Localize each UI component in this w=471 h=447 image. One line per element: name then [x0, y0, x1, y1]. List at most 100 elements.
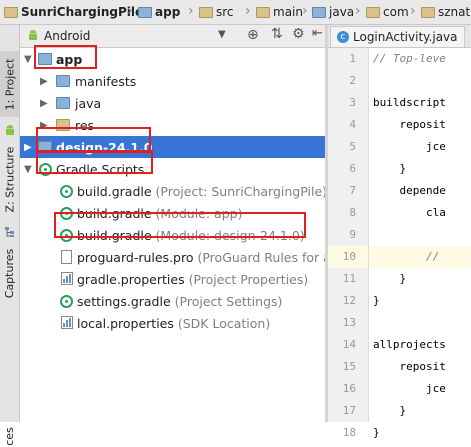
line-number: 3 — [349, 96, 356, 109]
code-line: // — [373, 250, 440, 263]
package-folder-icon — [421, 6, 435, 18]
collapsed-arrow-icon[interactable]: ▶ — [40, 76, 48, 87]
tree-item-app[interactable]: ▼ app — [20, 48, 325, 70]
line-number: 7 — [349, 184, 356, 197]
file-icon — [61, 250, 72, 264]
breadcrumb-app[interactable]: app — [138, 3, 180, 21]
line-number: 8 — [349, 206, 356, 219]
code-editor[interactable]: // Top-leve buildscript reposit jce } dep… — [369, 48, 471, 439]
tree-item-local-properties[interactable]: local.properties (SDK Location) — [20, 312, 325, 334]
folder-icon — [56, 97, 70, 109]
tree-item-label: manifests — [75, 73, 137, 89]
tool-window-strip: 1: Project Z: Structure Captures ces — [0, 25, 20, 445]
code-line: } — [373, 404, 407, 417]
code-line: depende — [373, 184, 446, 197]
module-folder-icon — [38, 53, 52, 65]
line-number: 18 — [342, 426, 356, 439]
tree-item-settings-gradle[interactable]: settings.gradle (Project Settings) — [20, 290, 325, 312]
line-number: 5 — [349, 140, 356, 153]
tree-item-gradle-scripts[interactable]: ▼ Gradle Scripts — [20, 158, 325, 180]
gradle-icon — [39, 163, 52, 176]
collapsed-arrow-icon[interactable]: ▶ — [40, 98, 48, 109]
scroll-from-source-icon[interactable]: ⊕ — [247, 27, 259, 43]
tree-item-build-gradle-app[interactable]: build.gradle (Module: app) — [20, 202, 325, 224]
gear-icon[interactable]: ⚙ — [292, 26, 305, 42]
code-line: } — [373, 426, 380, 439]
captures-tool-tab[interactable]: Captures — [0, 243, 19, 303]
tree-item-label: app — [56, 51, 83, 67]
project-tool-tab[interactable]: 1: Project — [0, 51, 19, 117]
tree-item-sublabel: (Module: design-24.1.0) — [155, 227, 305, 243]
properties-file-icon — [61, 272, 73, 285]
bottom-tool-tab[interactable]: ces — [0, 425, 19, 447]
module-folder-icon — [138, 6, 152, 18]
line-number: 11 — [342, 272, 356, 285]
line-number-gutter: 1 2 3 4 5 6 7 8 9 10 11 12 13 14 15 16 17 18 — [328, 48, 369, 439]
chevron-right-icon: › — [188, 3, 194, 19]
chevron-right-icon: › — [410, 3, 416, 19]
breadcrumb-label: sznat — [438, 5, 471, 19]
line-number: 15 — [342, 360, 356, 373]
breadcrumb-label: app — [155, 5, 181, 19]
java-class-icon: c — [337, 31, 349, 43]
tree-item-label: build.gradle — [77, 205, 152, 221]
line-number: 16 — [342, 382, 356, 395]
folder-icon — [256, 6, 270, 18]
tree-item-label: build.gradle — [77, 227, 152, 243]
line-number: 14 — [342, 338, 356, 351]
breadcrumb-label: SunriChargingPile — [21, 5, 144, 19]
resources-folder-icon — [56, 119, 70, 131]
tree-item-label: build.gradle — [77, 183, 152, 199]
hide-panel-icon[interactable]: ⇤ — [312, 26, 323, 41]
breadcrumb-com[interactable]: com — [366, 3, 409, 21]
tree-item-label: settings.gradle — [77, 293, 171, 309]
code-line: // Top-leve — [373, 52, 446, 65]
code-line: reposit — [373, 360, 446, 373]
breadcrumb-src[interactable]: src — [199, 3, 234, 21]
tree-item-sublabel: (Project Properties) — [188, 271, 309, 287]
bottom-tab-label: ces — [2, 426, 16, 446]
line-number: 9 — [349, 228, 356, 241]
code-line: } — [373, 162, 407, 175]
tree-item-java[interactable]: ▶ java — [20, 92, 325, 114]
dropdown-arrow-icon[interactable]: ▼ — [218, 29, 226, 40]
chevron-right-icon: › — [355, 3, 361, 19]
tree-item-proguard-rules[interactable]: proguard-rules.pro (ProGuard Rules for a… — [20, 246, 352, 268]
tree-item-manifests[interactable]: ▶ manifests — [20, 70, 325, 92]
breadcrumb-project[interactable]: SunriChargingPile — [4, 3, 143, 21]
breadcrumb-java[interactable]: java — [312, 3, 354, 21]
code-line: buildscript — [373, 96, 446, 109]
project-tab-label: 1: Project — [3, 58, 16, 110]
tree-item-label: gradle.properties — [77, 271, 185, 287]
expanded-arrow-icon[interactable]: ▼ — [24, 54, 32, 65]
project-folder-icon — [4, 6, 18, 18]
collapse-all-icon[interactable]: ⇅ — [271, 26, 283, 42]
android-icon — [0, 121, 19, 139]
breadcrumb-label: com — [383, 5, 409, 19]
collapsed-arrow-icon[interactable]: ▶ — [40, 120, 48, 131]
tree-item-design-module[interactable]: ▶ design-24.1.0 — [20, 136, 325, 158]
structure-tool-tab[interactable]: Z: Structure — [0, 143, 19, 215]
tree-item-sublabel: (Project: SunriChargingPile) — [155, 183, 328, 199]
gradle-icon — [60, 185, 73, 198]
tree-item-res[interactable]: ▶ res — [20, 114, 325, 136]
view-selector[interactable]: Android — [44, 28, 90, 44]
structure-tab-label: Z: Structure — [3, 146, 17, 212]
editor-tab-login-activity[interactable]: c LoginActivity.java — [330, 26, 465, 47]
line-number: 17 — [342, 404, 356, 417]
breadcrumb-sznat[interactable]: sznat — [421, 3, 470, 21]
captures-tab-label: Captures — [3, 248, 16, 298]
tree-item-gradle-properties[interactable]: gradle.properties (Project Properties) — [20, 268, 325, 290]
line-number: 2 — [349, 74, 356, 87]
breadcrumb: SunriChargingPile › app › src › main › j… — [0, 0, 471, 25]
module-folder-icon — [38, 141, 52, 153]
tree-item-label: Gradle Scripts — [56, 161, 145, 177]
tree-item-build-gradle-design[interactable]: build.gradle (Module: design-24.1.0) — [20, 224, 325, 246]
tree-item-build-gradle-project[interactable]: build.gradle (Project: SunriChargingPile… — [20, 180, 328, 202]
breadcrumb-main[interactable]: main — [256, 3, 303, 21]
collapsed-arrow-icon[interactable]: ▶ — [24, 142, 32, 153]
tree-item-label: proguard-rules.pro — [77, 249, 194, 265]
gradle-icon — [60, 229, 73, 242]
expanded-arrow-icon[interactable]: ▼ — [24, 164, 32, 175]
code-line: jce — [373, 140, 446, 153]
